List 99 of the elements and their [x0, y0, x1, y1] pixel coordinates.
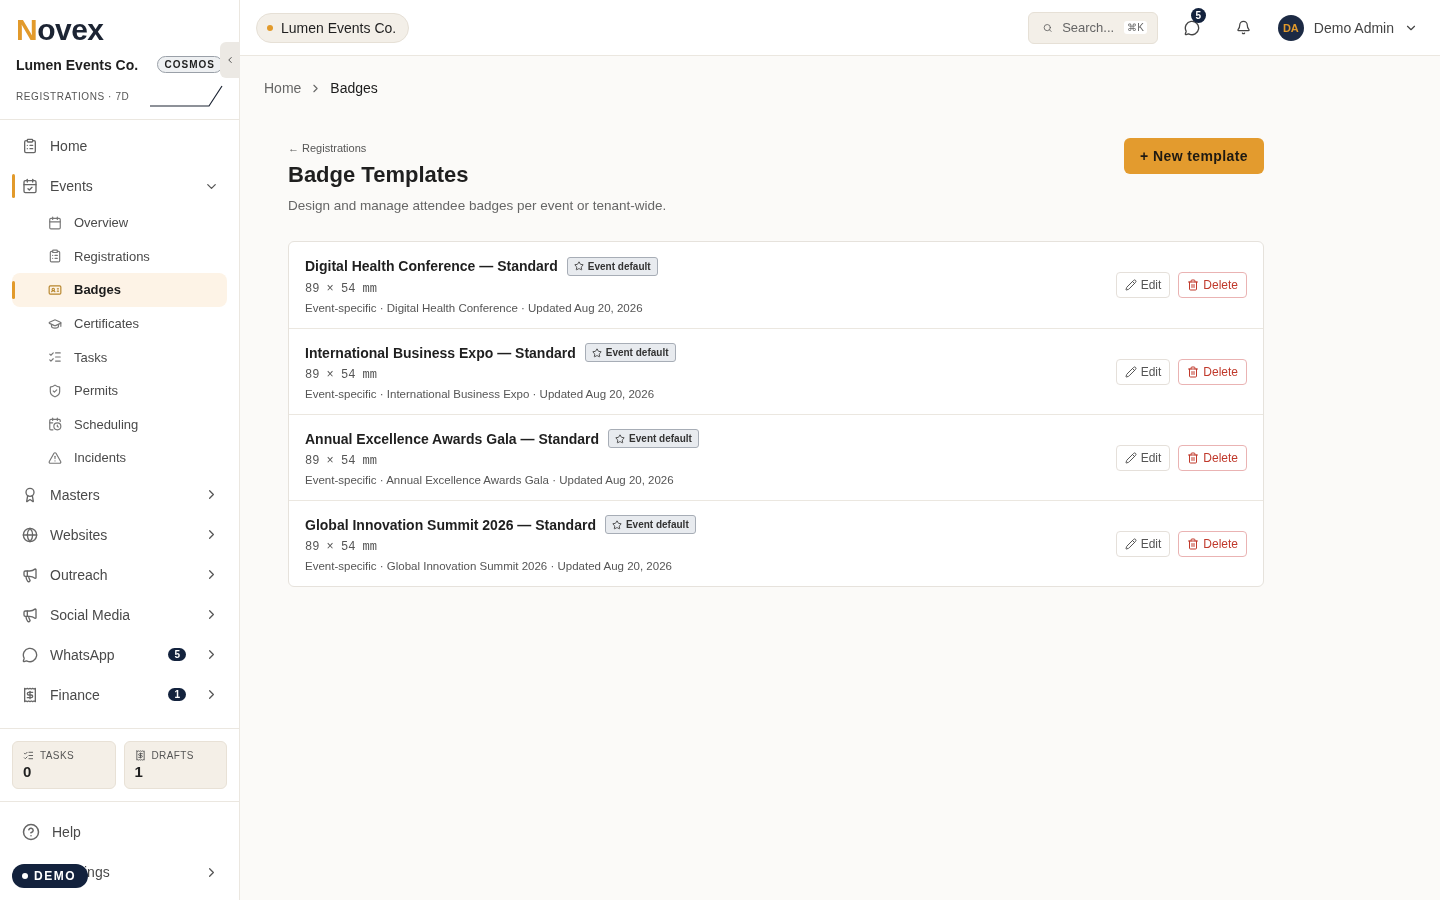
help-icon: [22, 823, 40, 841]
nav-subitem[interactable]: Badges: [12, 273, 227, 307]
template-size: 89 × 54 mm: [305, 540, 378, 554]
tenant-switcher[interactable]: Lumen Events Co.: [256, 12, 410, 43]
trash-icon: [1187, 279, 1200, 291]
page-title: Badge Templates: [288, 162, 470, 188]
nav-item[interactable]: WhatsApp 5: [12, 634, 227, 675]
checklist-icon: [23, 750, 34, 761]
edit-button[interactable]: Edit: [1115, 444, 1171, 471]
nav-icon: [22, 138, 38, 154]
nav-item[interactable]: Outreach: [12, 554, 227, 595]
stat-label: DRAFTS: [151, 750, 194, 761]
nav-item[interactable]: Finance 1: [12, 674, 227, 715]
pencil-icon: [1124, 365, 1137, 378]
template-meta: Event-specific · Annual Excellence Awards Gala · Updated Aug 20, 2026: [305, 474, 675, 486]
nav-icon: [22, 606, 38, 623]
nav-icon: [22, 646, 38, 663]
nav-icon: [22, 178, 38, 194]
nav-item[interactable]: Events: [12, 166, 227, 206]
trash-icon: [1187, 451, 1200, 464]
avatar: DA: [1277, 14, 1304, 41]
nav-subitem[interactable]: Incidents: [12, 441, 227, 475]
chat-bubble-icon: [1183, 19, 1200, 36]
nav-subitem[interactable]: Certificates: [12, 306, 227, 341]
template-name: International Business Expo — Standard: [305, 344, 576, 361]
nav-subitem[interactable]: Overview: [12, 206, 227, 240]
template-meta: Event-specific · Digital Health Conference · Updated Aug 20, 2026: [305, 301, 644, 314]
breadcrumb-item: Badges: [330, 80, 378, 96]
template-size: 89 × 54 mm: [305, 368, 378, 382]
nav-icon: [48, 215, 62, 230]
edit-button[interactable]: Edit: [1115, 272, 1171, 298]
star-icon: [611, 519, 622, 530]
nav-icon: [48, 417, 62, 432]
chevron-left-icon: [225, 55, 235, 65]
trash-icon: [1187, 365, 1200, 378]
metric-label: REGISTRATIONS · 7D: [16, 90, 130, 102]
nav-item[interactable]: Social Media: [12, 594, 227, 635]
plan-badge: COSMOS: [156, 56, 223, 73]
page-subtitle: Design and manage attendee badges per event or tenant-wide.: [288, 198, 667, 213]
user-menu[interactable]: DA Demo Admin: [1277, 14, 1418, 41]
search-field[interactable]: Search... ⌘K: [1027, 11, 1158, 44]
star-icon: [591, 347, 602, 358]
count-badge: 5: [1190, 7, 1206, 23]
template-name: Annual Excellence Awards Gala — Standard: [305, 430, 600, 447]
nav-icon: [48, 350, 62, 365]
nav-icon: [48, 283, 62, 297]
nav-icon: [22, 566, 38, 583]
user-name: Demo Admin: [1313, 19, 1394, 36]
nav-icon: [48, 450, 62, 465]
breadcrumb-item[interactable]: Home: [264, 80, 302, 96]
nav-icon: [48, 316, 62, 331]
template-name: Digital Health Conference — Standard: [305, 258, 558, 274]
nav-item[interactable]: Websites: [12, 514, 227, 555]
org-name: Lumen Events Co.: [16, 56, 139, 73]
nav-item[interactable]: Home: [12, 126, 227, 166]
count-badge: 5: [168, 648, 186, 662]
demo-badge: DEMO: [12, 864, 88, 888]
trash-icon: [1187, 537, 1200, 550]
nav-icon: [22, 486, 38, 503]
shortcut-hint: ⌘K: [1124, 21, 1147, 34]
nav-subitem[interactable]: Scheduling: [12, 407, 227, 442]
stat-value: 1: [134, 763, 144, 780]
template-meta: Event-specific · International Business Expo · Updated Aug 20, 2026: [305, 388, 656, 400]
count-badge: 1: [168, 688, 186, 702]
nav-item[interactable]: Help: [12, 812, 227, 852]
pencil-icon: [1124, 451, 1137, 464]
nav-subitem[interactable]: Tasks: [12, 340, 227, 374]
nav-subitem[interactable]: Registrations: [12, 239, 227, 274]
edit-button[interactable]: Edit: [1115, 358, 1171, 385]
edit-button[interactable]: Edit: [1115, 530, 1171, 557]
default-tag: Event default: [584, 343, 676, 362]
stat-value: 0: [23, 763, 33, 780]
stat-label: TASKS: [40, 750, 75, 761]
template-name: Global Innovation Summit 2026 — Standard: [305, 516, 596, 533]
document-icon: [134, 750, 146, 761]
pencil-icon: [1124, 537, 1137, 550]
back-link[interactable]: ← Registrations: [288, 142, 367, 154]
bell-icon: [1236, 20, 1252, 35]
star-icon: [615, 433, 626, 444]
nav-icon: [22, 526, 38, 543]
pencil-icon: [1124, 279, 1137, 291]
delete-button[interactable]: Delete: [1178, 358, 1247, 385]
default-tag: Event default: [566, 256, 658, 276]
delete-button[interactable]: Delete: [1178, 530, 1247, 557]
default-tag: Event default: [608, 429, 699, 448]
nav-icon: [48, 383, 62, 398]
template-size: 89 × 54 mm: [305, 454, 378, 468]
nav-icon: [22, 686, 38, 703]
default-tag: Event default: [604, 515, 696, 534]
star-icon: [573, 261, 584, 271]
template-size: 89 × 54 mm: [305, 281, 378, 296]
new-template-button[interactable]: + New template: [1124, 138, 1264, 174]
delete-button[interactable]: Delete: [1178, 272, 1247, 298]
nav-icon: [48, 249, 62, 264]
delete-button[interactable]: Delete: [1178, 444, 1247, 471]
nav-item[interactable]: Masters: [12, 474, 227, 515]
logo: Novex: [16, 14, 105, 46]
nav-subitem[interactable]: Permits: [12, 373, 227, 408]
template-meta: Event-specific · Global Innovation Summit 2026 · Updated Aug 20, 2026: [305, 560, 673, 572]
